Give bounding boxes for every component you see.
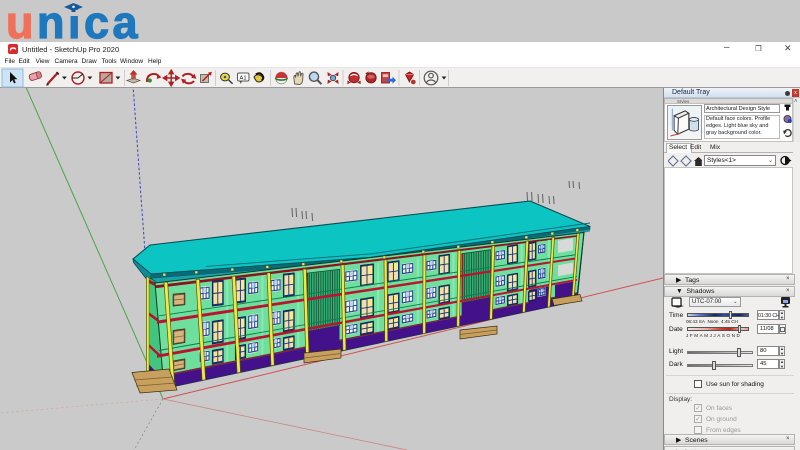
svg-text:A1: A1 (240, 75, 247, 81)
